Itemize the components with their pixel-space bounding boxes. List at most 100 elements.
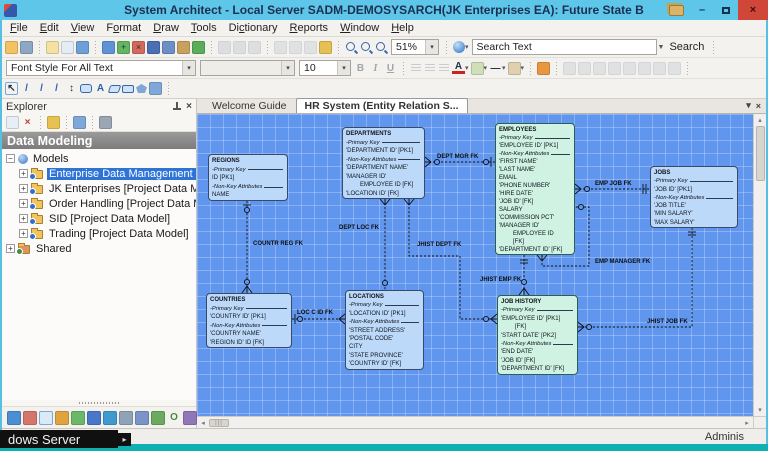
chevron-down-icon[interactable]: ▾: [484, 64, 488, 72]
menu-dictionary[interactable]: Dictionary: [223, 22, 284, 34]
tab-list-dropdown-icon[interactable]: ▾: [746, 100, 751, 111]
diagram-canvas[interactable]: COUNTR REG FK DEPT LOC FK DEPT MGR FK JHIST…: [197, 114, 753, 416]
chevron-down-icon[interactable]: ▾: [337, 61, 350, 75]
entity-job-history[interactable]: JOB HISTORY -Primary Key 'EMPLOYEE ID' [PK…: [497, 295, 578, 375]
align-right-edges-icon[interactable]: [608, 61, 622, 75]
chevron-down-icon[interactable]: ▼: [658, 44, 665, 51]
menu-window[interactable]: Window: [334, 22, 385, 34]
space-down-icon[interactable]: [668, 61, 682, 75]
horizontal-scrollbar[interactable]: ◂ ||| ▸: [197, 416, 753, 428]
font-style-combo[interactable]: Font Style For All Text ▾: [6, 60, 196, 76]
expander-icon[interactable]: +: [19, 184, 28, 193]
delete-item-icon[interactable]: ×: [21, 116, 34, 129]
chevron-down-icon[interactable]: ▾: [281, 61, 294, 75]
chevron-down-icon[interactable]: ▾: [465, 43, 469, 51]
copy-icon[interactable]: [289, 40, 302, 54]
minimize-button[interactable]: –: [690, 2, 714, 18]
user-green-icon[interactable]: [151, 410, 165, 425]
binoculars-icon[interactable]: [99, 116, 112, 129]
refresh-icon[interactable]: [192, 40, 205, 54]
menu-file[interactable]: File: [4, 22, 34, 34]
cut-icon[interactable]: [274, 40, 287, 54]
tab-welcome-guide[interactable]: Welcome Guide: [203, 98, 296, 113]
align-right-icon[interactable]: [439, 63, 449, 73]
tree-item-shared[interactable]: + Shared: [2, 241, 196, 256]
user-search-icon[interactable]: [119, 410, 133, 425]
pin-icon[interactable]: [172, 102, 182, 111]
image-view-icon[interactable]: [73, 116, 86, 129]
expander-icon[interactable]: +: [19, 229, 28, 238]
menu-help[interactable]: Help: [385, 22, 420, 34]
menu-view[interactable]: View: [65, 22, 101, 34]
close-button[interactable]: ×: [738, 0, 768, 20]
add-diagram-icon[interactable]: +: [117, 40, 130, 54]
tree-item-models[interactable]: − Models: [2, 151, 196, 166]
new-diagram-icon[interactable]: [102, 40, 115, 54]
publish-icon[interactable]: [177, 40, 190, 54]
scroll-left-icon[interactable]: ◂: [197, 419, 209, 427]
tree-item-sid-project-data-model[interactable]: + SID [Project Data Model]: [2, 211, 196, 226]
transform-icon[interactable]: [23, 410, 37, 425]
bold-icon[interactable]: B: [354, 62, 367, 75]
polyline-tool-icon[interactable]: /: [35, 82, 48, 95]
text-tool-icon[interactable]: A: [94, 82, 107, 95]
line-color-icon[interactable]: [507, 61, 521, 75]
align-center-icon[interactable]: [425, 63, 435, 73]
taskbar-windows-server[interactable]: dows Server: [0, 430, 118, 448]
web-search-icon[interactable]: [453, 41, 465, 53]
expander-icon[interactable]: +: [19, 169, 28, 178]
select-tool-icon[interactable]: ↖: [5, 82, 18, 95]
users-lock-icon[interactable]: [71, 410, 85, 425]
taskbar-popup-arrow[interactable]: ▸: [118, 433, 131, 446]
space-across-icon[interactable]: [653, 61, 667, 75]
search-input[interactable]: Search Text: [471, 39, 657, 55]
entity-regions[interactable]: REGIONS -Primary Key ID [PK1] -Non-Key Attr…: [208, 154, 288, 201]
network-globe-icon[interactable]: [103, 410, 117, 425]
paste-icon[interactable]: [304, 40, 317, 54]
align-top-edges-icon[interactable]: [563, 61, 577, 75]
save-all-icon[interactable]: [162, 40, 175, 54]
entity-employees[interactable]: EMPLOYEES -Primary Key 'EMPLOYEE ID' [PK1]…: [495, 123, 575, 255]
menu-edit[interactable]: Edit: [34, 22, 65, 34]
italic-icon[interactable]: I: [369, 62, 382, 75]
tree-item-trading-project-data-model[interactable]: + Trading [Project Data Model]: [2, 226, 196, 241]
entity-departments[interactable]: DEPARTMENTS -Primary Key 'DEPARTMENT ID' […: [342, 127, 425, 199]
expander-icon[interactable]: +: [19, 214, 28, 223]
chevron-down-icon[interactable]: ▾: [521, 64, 525, 72]
key-icon[interactable]: [47, 116, 60, 129]
vertical-line-tool-icon[interactable]: ↕: [65, 82, 78, 95]
save-icon[interactable]: [147, 40, 160, 54]
rounded-rect-tool-icon[interactable]: [80, 84, 92, 93]
globe-icon[interactable]: [7, 410, 21, 425]
font-size-combo[interactable]: 10 ▾: [299, 60, 351, 76]
same-height-icon[interactable]: [638, 61, 652, 75]
vertical-scroll-thumb[interactable]: [755, 126, 765, 181]
search-button[interactable]: Search: [665, 41, 708, 53]
edit-item-icon[interactable]: [6, 116, 19, 129]
pentagon-tool-icon[interactable]: [136, 84, 147, 93]
align-bottom-edges-icon[interactable]: [578, 61, 592, 75]
model-table-icon[interactable]: [76, 40, 89, 54]
close-panel-icon[interactable]: ×: [186, 101, 192, 112]
underline-icon[interactable]: U: [384, 62, 397, 75]
pie-chart-icon[interactable]: [55, 410, 69, 425]
line-style-icon[interactable]: —: [489, 62, 502, 75]
menu-draw[interactable]: Draw: [147, 22, 185, 34]
expander-icon[interactable]: −: [6, 154, 15, 163]
curve-tool-icon[interactable]: /: [50, 82, 63, 95]
font-color-icon[interactable]: A: [452, 61, 465, 74]
delete-diagram-icon[interactable]: ×: [132, 40, 145, 54]
zoom-out-icon[interactable]: [360, 41, 373, 54]
zoom-in-icon[interactable]: [375, 41, 388, 54]
detach-icon[interactable]: [233, 40, 246, 54]
zoom-level-combo[interactable]: 51% ▾: [391, 39, 439, 55]
auto-route-icon[interactable]: [537, 61, 551, 75]
edit-model-icon[interactable]: [61, 40, 74, 54]
parallelogram-tool-icon[interactable]: [107, 84, 122, 93]
image-tool-icon[interactable]: [149, 82, 162, 95]
same-width-icon[interactable]: [623, 61, 637, 75]
scroll-down-icon[interactable]: ▾: [758, 404, 762, 416]
entity-locations[interactable]: LOCATIONS -Primary Key 'LOCATION ID' [PK1]…: [345, 290, 424, 370]
menu-tools[interactable]: Tools: [185, 22, 223, 34]
ellipse-icon[interactable]: O: [167, 411, 181, 425]
